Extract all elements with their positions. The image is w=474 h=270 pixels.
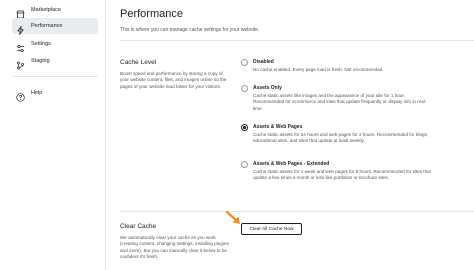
staging-icon (16, 57, 25, 69)
clear-cache-title: Clear Cache (120, 223, 157, 230)
sidebar-item-settings[interactable]: Settings (12, 36, 98, 52)
sidebar-item-label: Marketplace (31, 7, 61, 13)
sidebar-item-marketplace[interactable]: Marketplace (12, 2, 98, 18)
cache-option-disabled[interactable]: Disabled No cache enabled. Every page lo… (241, 59, 461, 79)
clear-cache-description: We automatically clear your cache as you… (120, 235, 229, 259)
cache-level-description: Boost speed and performance by storing a… (120, 71, 227, 89)
arrow-pointer-icon (225, 210, 240, 224)
page-description: This is where you can manage cache setti… (120, 27, 260, 33)
section-divider (120, 211, 474, 212)
cache-option-description: Cache static assets like images and the … (253, 93, 427, 111)
cache-option-assets-only[interactable]: Assets Only Cache static assets like ima… (241, 85, 461, 121)
main-content: Performance This is where you can manage… (107, 0, 474, 270)
sidebar: Marketplace Performance Settings Staging… (0, 0, 106, 270)
settings-icon (16, 40, 25, 52)
cache-option-label: Assets Only (253, 85, 282, 91)
sidebar-item-performance[interactable]: Performance (12, 18, 98, 35)
cache-option-description: Cache static assets for 1 week and web p… (253, 169, 431, 181)
cache-option-assets-web-pages-extended[interactable]: Assets & Web Pages - Extended Cache stat… (241, 161, 461, 193)
cache-option-description: Cache static assets for 24 hours and web… (253, 132, 429, 144)
performance-icon (16, 22, 25, 35)
header-divider (120, 40, 474, 41)
sidebar-item-label: Staging (31, 58, 50, 64)
cache-option-radio[interactable] (241, 85, 248, 92)
marketplace-icon (16, 6, 25, 18)
cache-option-description: No cache enabled. Every page load is fre… (253, 67, 384, 72)
clear-all-cache-button[interactable]: Clear All Cache Now (241, 223, 302, 235)
cache-option-radio[interactable] (241, 161, 248, 168)
cache-option-label: Assets & Web Pages (253, 124, 303, 130)
page-title: Performance (120, 8, 183, 20)
help-icon (16, 89, 25, 102)
sidebar-item-label: Performance (31, 23, 63, 29)
cache-level-title: Cache Level (120, 59, 157, 66)
sidebar-item-help[interactable]: Help (12, 85, 98, 102)
cache-option-radio-selected[interactable] (241, 124, 248, 131)
sidebar-item-label: Settings (31, 41, 51, 47)
sidebar-item-label: Help (31, 90, 43, 96)
cache-option-label: Assets & Web Pages - Extended (253, 161, 330, 167)
cache-option-label: Disabled (253, 59, 274, 65)
cache-option-radio[interactable] (241, 59, 248, 66)
sidebar-divider (12, 76, 98, 77)
cache-option-assets-web-pages[interactable]: Assets & Web Pages Cache static assets f… (241, 124, 461, 156)
sidebar-item-staging[interactable]: Staging (12, 53, 98, 69)
